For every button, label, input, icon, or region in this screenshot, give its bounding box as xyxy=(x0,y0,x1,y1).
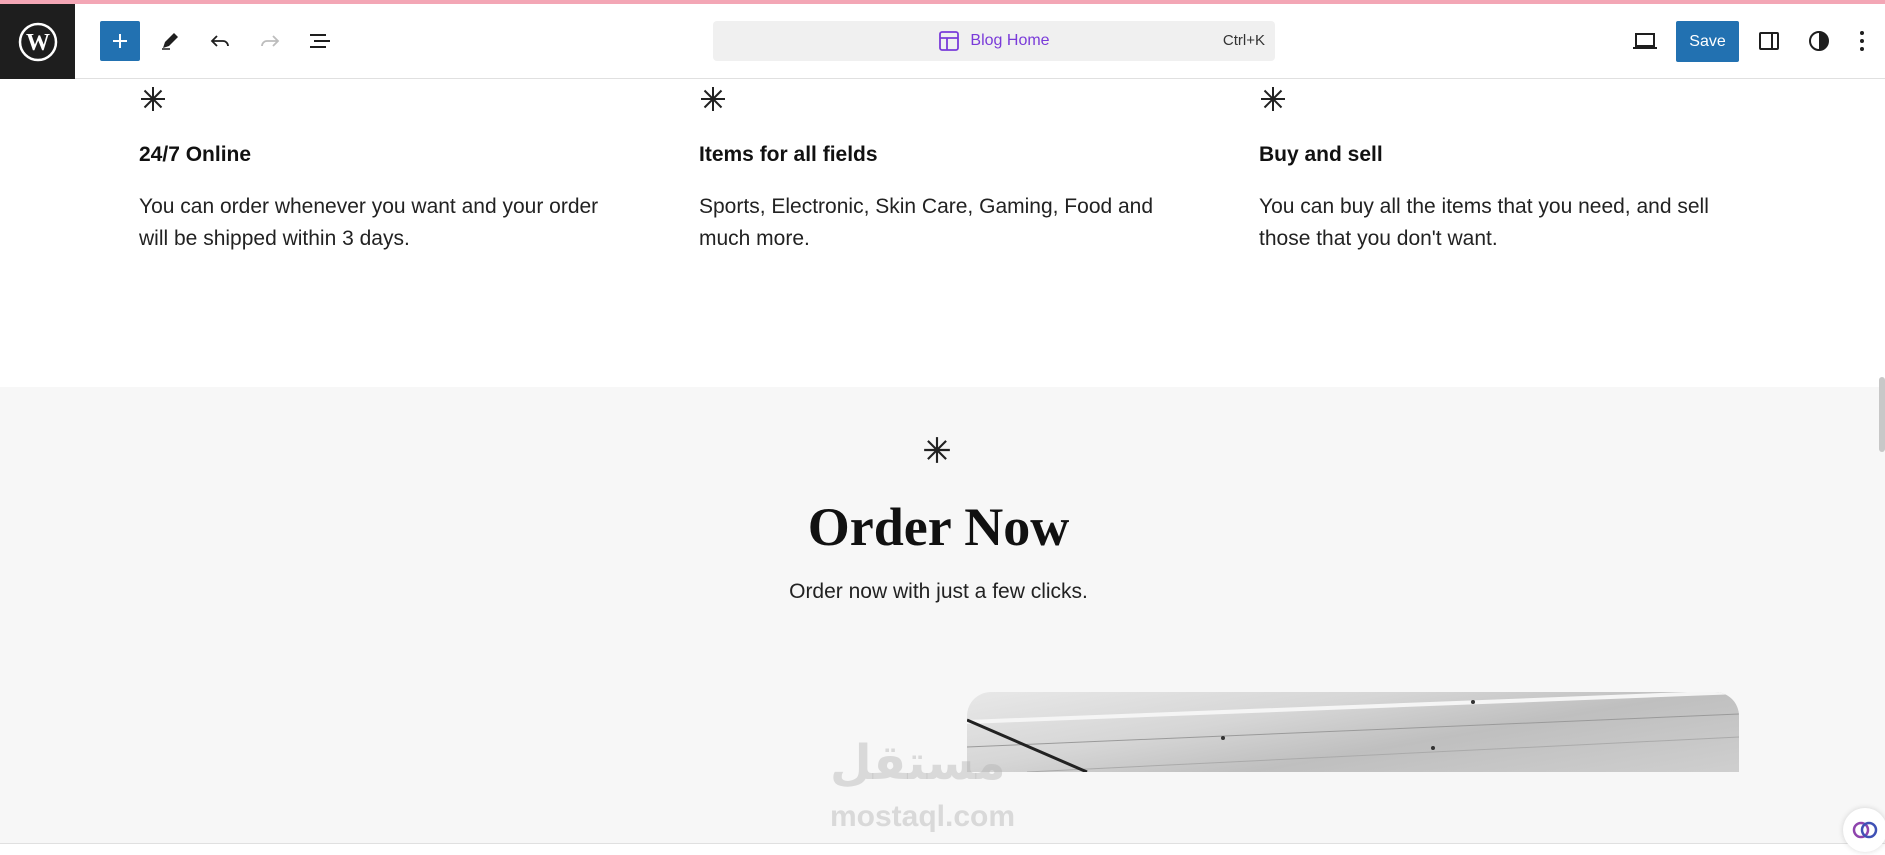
asterisk-icon xyxy=(1261,87,1285,111)
canvas-scrollbar[interactable] xyxy=(1879,79,1885,843)
ceiling-image[interactable] xyxy=(967,692,1739,772)
redo-icon xyxy=(261,35,280,47)
save-button[interactable]: Save xyxy=(1676,21,1739,62)
asterisk-icon xyxy=(924,437,950,463)
watermark-arabic: مستقل xyxy=(830,737,1006,790)
desktop-icon xyxy=(1633,33,1657,49)
brain-icon xyxy=(1852,821,1878,839)
pencil-icon xyxy=(162,33,178,50)
list-view-icon xyxy=(310,34,330,48)
more-vertical-icon xyxy=(1860,31,1864,51)
wordpress-icon: W xyxy=(18,22,57,61)
svg-text:W: W xyxy=(26,30,50,56)
feature-title: Items for all fields xyxy=(699,143,878,166)
sidebar-icon xyxy=(1759,32,1779,50)
undo-button[interactable] xyxy=(200,21,240,61)
preview-device-button[interactable] xyxy=(1625,21,1665,61)
editor-toolbar: W Blog Home Ctrl+K Save xyxy=(0,4,1885,79)
document-overview-button[interactable] xyxy=(300,21,340,61)
wordpress-logo-button[interactable]: W xyxy=(0,4,75,79)
template-icon xyxy=(939,31,960,51)
asterisk-icon xyxy=(701,87,725,111)
command-title: Blog Home xyxy=(970,32,1050,49)
command-shortcut: Ctrl+K xyxy=(1222,32,1265,49)
order-heading[interactable]: Order Now xyxy=(0,496,1877,558)
feature-text: You can buy all the items that you need,… xyxy=(1259,195,1709,250)
asterisk-icon xyxy=(141,87,165,111)
redo-button[interactable] xyxy=(250,21,290,61)
add-block-button[interactable] xyxy=(100,21,140,61)
plus-icon xyxy=(113,34,127,48)
watermark-latin: mostaql.com xyxy=(830,800,1016,833)
settings-sidebar-button[interactable] xyxy=(1749,21,1789,61)
order-subtitle[interactable]: Order now with just a few clicks. xyxy=(0,580,1877,604)
styles-button[interactable] xyxy=(1799,21,1839,61)
undo-icon xyxy=(210,35,229,47)
ceiling-lines xyxy=(967,692,1739,772)
feature-text: Sports, Electronic, Skin Care, Gaming, F… xyxy=(699,195,1154,250)
assistant-button[interactable] xyxy=(1843,808,1885,852)
scrollbar-thumb[interactable] xyxy=(1879,377,1885,452)
feature-text: You can order whenever you want and your… xyxy=(139,195,599,250)
tools-button[interactable] xyxy=(150,21,190,61)
feature-title: Buy and sell xyxy=(1259,143,1383,166)
contrast-icon xyxy=(1809,31,1829,51)
options-button[interactable] xyxy=(1847,21,1877,61)
editor-footer xyxy=(0,843,1885,855)
command-palette-button[interactable]: Blog Home Ctrl+K xyxy=(713,21,1275,61)
feature-title: 24/7 Online xyxy=(139,143,252,166)
